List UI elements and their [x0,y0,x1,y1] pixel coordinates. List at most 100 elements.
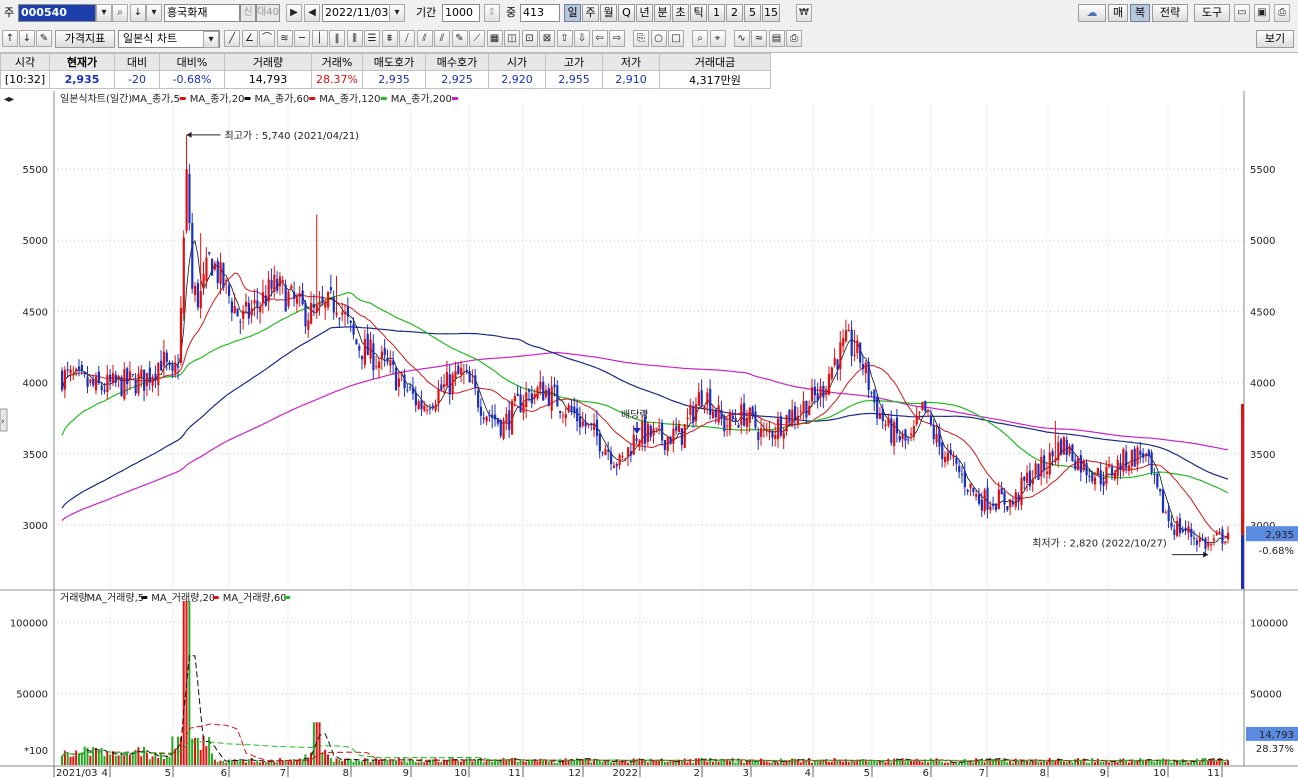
rect-icon[interactable]: □ [668,30,684,47]
period-tab-10[interactable]: 5 [744,4,761,22]
channel-icon[interactable]: ‖ [329,30,345,47]
view-button[interactable]: 보기 [1256,30,1294,48]
candle-body [1065,439,1068,456]
trade-button[interactable]: 매 [1108,4,1128,22]
print-icon[interactable]: ⎙ [1274,4,1290,22]
folder-icon[interactable]: ▭ [1234,4,1250,22]
volume-bar [281,760,284,765]
volume-bar [443,760,446,765]
parallel-icon[interactable]: ⫽ [416,30,433,47]
calendar-dropdown-icon[interactable]: ▾ [389,4,405,22]
wave-icon[interactable]: ∿ [733,30,750,47]
period-input[interactable]: 1000 [442,4,480,22]
period-tab-0[interactable]: 일 [564,4,581,22]
select-icon[interactable]: ⊠ [539,30,555,47]
multi-button[interactable]: 복 [1130,4,1150,22]
copy-icon[interactable]: ⎘ [633,30,649,47]
quote-header-1: 현재가 [49,53,115,71]
candle-body [312,304,316,308]
eraser-icon[interactable]: ◫ [504,30,520,47]
candle-body [694,404,698,422]
shift-left-icon[interactable]: ⇦ [591,30,608,47]
candle-body [644,417,647,444]
edit-icon[interactable]: ✎ [36,30,52,47]
count-input[interactable]: 413 [520,4,560,22]
chart-type-dropdown-icon[interactable]: ▾ [203,31,219,48]
next-icon[interactable]: ▶ [286,4,302,22]
indicator-button[interactable]: 가격지표 [55,30,115,48]
period-tab-9[interactable]: 2 [726,4,743,22]
magic-icon[interactable]: ⟋ [469,30,485,47]
wave-icon[interactable]: ₩ [796,4,812,22]
period-tab-11[interactable]: 15 [762,4,780,22]
fib-icon[interactable]: ≋ [276,30,293,47]
zoom-icon[interactable]: ⊡ [521,30,538,47]
period-tab-7[interactable]: 틱 [690,4,707,22]
angle-icon[interactable]: ∠ [241,30,258,47]
strategy-button[interactable]: 전략 [1152,4,1188,22]
volume-bar [884,762,887,765]
period-tab-3[interactable]: Q [618,4,635,22]
period-tab-1[interactable]: 주 [582,4,599,22]
candle-body [1096,467,1100,475]
arrow-up-icon[interactable]: ↑ [2,30,18,47]
hline-icon[interactable]: ─ [294,30,310,47]
grid-icon[interactable]: ⫼ [346,30,363,47]
candle-body [426,409,429,411]
candle-body [627,447,630,457]
candle-body [927,410,930,412]
trendline-icon[interactable]: ╱ [224,30,240,47]
prev-icon[interactable]: ◀ [304,4,320,22]
volume-bar [434,758,437,765]
candle-body [774,434,777,440]
candle-body [273,274,276,292]
period-tab-6[interactable]: 초 [672,4,689,22]
period-tab-5[interactable]: 분 [654,4,671,22]
tools-button[interactable]: 도구 [1194,4,1230,22]
stock-code-input[interactable]: 000540 [18,4,96,22]
pencil-icon[interactable]: ✎ [451,30,468,47]
arc-icon[interactable]: ⌒ [259,30,275,47]
save-icon[interactable]: ▣ [1254,4,1270,22]
cycle-icon[interactable]: ⩩ [381,30,398,47]
target-icon[interactable]: ⌖ [709,30,726,47]
date-input[interactable]: 2022/11/03 [322,4,390,22]
cross-icon[interactable]: ≈ [751,30,767,47]
shift-up-icon[interactable]: ⇧ [556,30,573,47]
circle-icon[interactable]: ○ [650,30,667,47]
period-tab-4[interactable]: 년 [636,4,653,22]
price-legend-item: MA_종가,200 [391,93,452,105]
candle-body [242,310,245,319]
month-label: 9 [403,768,409,779]
period-tab-2[interactable]: 월 [600,4,617,22]
fit-icon[interactable]: ⇕ [484,4,500,22]
shift-right-icon[interactable]: ⇨ [609,30,625,47]
volume-bar [114,755,117,765]
volume-bar [853,761,856,765]
shift-down-icon[interactable]: ⇩ [574,30,590,47]
volume-bar [907,760,910,765]
candle-body [106,374,109,393]
candle-body [443,383,446,388]
period-tab-8[interactable]: 1 [708,4,725,22]
code-dropdown-icon[interactable]: ▾ [96,4,112,22]
candle-body [227,285,231,296]
candle-body [810,387,814,402]
vline-icon[interactable]: │ [311,30,328,47]
sort-dropdown-icon[interactable]: ▾ [146,4,162,22]
chart-area[interactable]: 3000300035003500400040004500450050005000… [0,91,1298,779]
arrow-down-icon[interactable]: ↓ [19,30,35,47]
candle-body [912,426,916,437]
zoom-in-icon[interactable]: ⌕ [692,30,708,47]
sort-icon[interactable]: ↓ [130,4,146,22]
candle-body [830,367,833,379]
color-icon[interactable]: ▦ [486,30,503,47]
candle-body [533,394,536,399]
pitchfork-icon[interactable]: ⫽ [434,30,450,47]
print-icon[interactable]: ⎙ [786,30,802,47]
gann-icon[interactable]: ☰ [364,30,380,47]
ray-icon[interactable]: ⧸ [399,30,415,47]
search-icon[interactable]: ⌕ [112,4,128,22]
cloud-button[interactable]: ☁ [1078,4,1106,22]
table-icon[interactable]: ▤ [768,30,785,47]
